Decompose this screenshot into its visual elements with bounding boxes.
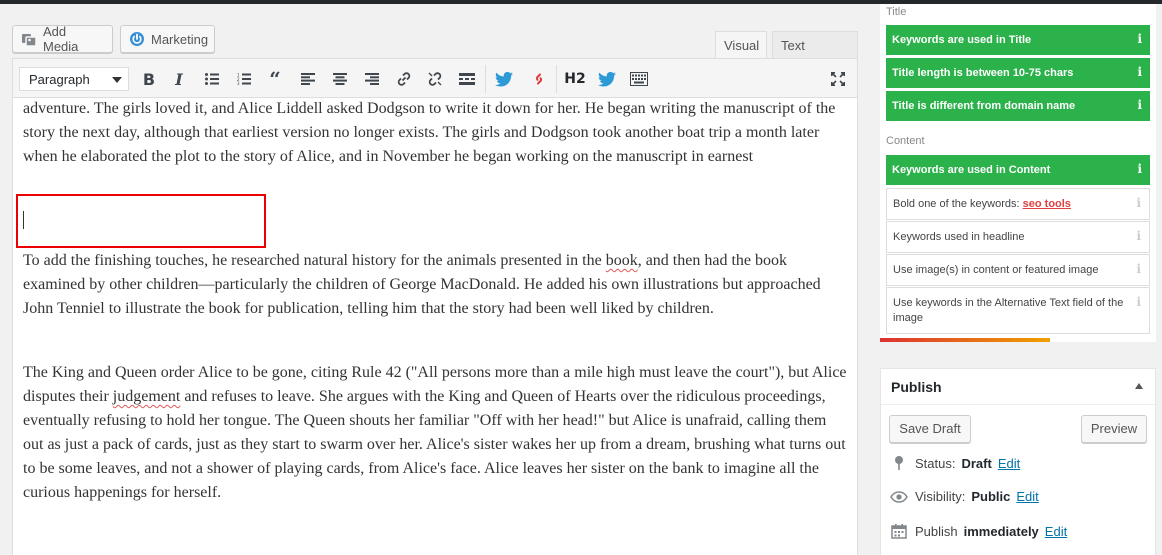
blockquote-icon[interactable]: “ <box>263 67 287 91</box>
marketing-label: Marketing <box>151 31 209 47</box>
align-right-icon[interactable] <box>360 67 384 91</box>
paragraph-2-text-a: To add the finishing touches, he researc… <box>23 252 606 269</box>
seo-check-title-keywords: Keywords are used in Title i <box>886 25 1150 55</box>
chevron-up-icon[interactable] <box>1135 383 1143 389</box>
unlink-icon[interactable] <box>423 67 447 91</box>
keyword-link[interactable]: seo tools <box>1023 198 1071 210</box>
schedule-edit-link[interactable]: Edit <box>1045 524 1067 539</box>
visibility-value: Public <box>971 489 1011 504</box>
keyboard-icon[interactable] <box>627 67 651 91</box>
status-label: Status: <box>915 455 956 471</box>
pin-icon <box>889 455 909 471</box>
publish-status-row: Status: Draft Edit <box>889 455 1020 471</box>
seo-check-label: Title length is between 10-75 chars <box>892 67 1074 79</box>
seo-check-label: Bold one of the keywords: <box>893 198 1023 210</box>
format-select[interactable]: Paragraph <box>19 67 129 91</box>
numbered-list-icon[interactable]: 123 <box>232 67 256 91</box>
visibility-edit-link[interactable]: Edit <box>1016 489 1038 504</box>
info-icon[interactable]: i <box>1136 295 1141 310</box>
empty-paragraph-highlight <box>16 194 266 248</box>
info-icon[interactable]: i <box>1137 32 1142 47</box>
info-icon[interactable]: i <box>1136 196 1141 211</box>
info-icon[interactable]: i <box>1136 229 1141 244</box>
add-media-label: Add Media <box>43 24 79 54</box>
tab-visual[interactable]: Visual <box>715 31 767 58</box>
seo-check-label: Keywords used in headline <box>893 231 1025 243</box>
chevron-down-icon <box>112 77 122 83</box>
publish-box: Publish Save Draft Preview Status: Draft… <box>880 368 1156 555</box>
info-icon[interactable]: i <box>1136 262 1141 277</box>
seo-check-headline: Keywords used in headline i <box>886 221 1150 253</box>
marketing-button[interactable]: Marketing <box>120 25 215 53</box>
seo-check-label: Keywords are used in Content <box>892 164 1051 176</box>
paragraph-3: The King and Queen order Alice to be gon… <box>23 361 849 505</box>
align-left-icon[interactable] <box>296 67 320 91</box>
seo-score-bar <box>880 338 1050 342</box>
editor-toolbar: Paragraph B I 123 “ H2 <box>13 59 857 98</box>
h2-label: H2 <box>564 71 586 87</box>
seo-content-section-heading: Content <box>886 135 925 147</box>
seo-check-content-keywords: Keywords are used in Content i <box>886 155 1150 185</box>
align-center-icon[interactable] <box>328 67 352 91</box>
fullscreen-icon[interactable] <box>826 67 850 91</box>
format-select-value: Paragraph <box>29 72 90 87</box>
publish-visibility-row: Visibility: Public Edit <box>889 489 1039 504</box>
seo-check-alt-text: Use keywords in the Alternative Text fie… <box>886 287 1150 334</box>
power-icon <box>129 31 145 47</box>
seo-check-label: Title is different from domain name <box>892 100 1076 112</box>
publish-schedule-row: Publish immediately Edit <box>889 523 1067 539</box>
schedule-label: Publish <box>915 523 958 539</box>
seo-check-images: Use image(s) in content or featured imag… <box>886 254 1150 286</box>
toolbar-divider <box>556 65 557 93</box>
publish-title: Publish <box>891 379 942 395</box>
status-edit-link[interactable]: Edit <box>998 456 1020 471</box>
seo-check-label: Use keywords in the Alternative Text fie… <box>893 297 1124 324</box>
seo-check-label: Keywords are used in Title <box>892 34 1032 46</box>
link-icon[interactable] <box>392 67 416 91</box>
seo-check-label: Use image(s) in content or featured imag… <box>893 264 1099 276</box>
read-more-icon[interactable] <box>455 67 479 91</box>
status-value: Draft <box>961 455 992 471</box>
spellcheck-word[interactable]: judgement <box>113 388 181 405</box>
info-icon[interactable]: i <box>1137 65 1142 80</box>
publish-header[interactable]: Publish <box>881 369 1155 405</box>
tab-text-html[interactable]: Text (HTML) <box>772 31 858 80</box>
preview-button[interactable]: Preview <box>1081 415 1147 443</box>
save-draft-button[interactable]: Save Draft <box>889 415 971 443</box>
bold-icon[interactable]: B <box>137 67 161 91</box>
info-icon[interactable]: i <box>1137 162 1142 177</box>
post-editor: Paragraph B I 123 “ H2 adventure. The gi… <box>12 58 858 555</box>
twitter-icon[interactable] <box>595 67 619 91</box>
visibility-label: Visibility: <box>915 489 966 504</box>
info-icon[interactable]: i <box>1137 98 1142 113</box>
eye-icon <box>889 490 909 503</box>
bullet-list-icon[interactable] <box>200 67 224 91</box>
shortlink-icon[interactable] <box>527 67 551 91</box>
seo-check-title-length: Title length is between 10-75 chars i <box>886 58 1150 88</box>
text-cursor <box>23 211 24 229</box>
svg-text:3: 3 <box>237 81 240 85</box>
seo-check-bold-keyword: Bold one of the keywords: seo tools i <box>886 188 1150 220</box>
media-icon <box>21 31 37 47</box>
seo-title-section-heading: Title <box>886 6 907 18</box>
spellcheck-word[interactable]: book <box>606 252 638 269</box>
add-media-button[interactable]: Add Media <box>12 24 113 54</box>
twitter-icon[interactable] <box>492 67 516 91</box>
paragraph-1: adventure. The girls loved it, and Alice… <box>23 100 836 165</box>
h2-icon[interactable]: H2 <box>563 67 587 91</box>
toolbar-divider <box>485 65 486 93</box>
paragraph-2: To add the finishing touches, he researc… <box>23 249 849 321</box>
seo-analysis-panel: Title Keywords are used in Title i Title… <box>880 4 1156 342</box>
schedule-value: immediately <box>963 523 1039 539</box>
italic-icon[interactable]: I <box>167 67 191 91</box>
calendar-icon <box>889 523 909 539</box>
seo-check-title-domain: Title is different from domain name i <box>886 91 1150 121</box>
